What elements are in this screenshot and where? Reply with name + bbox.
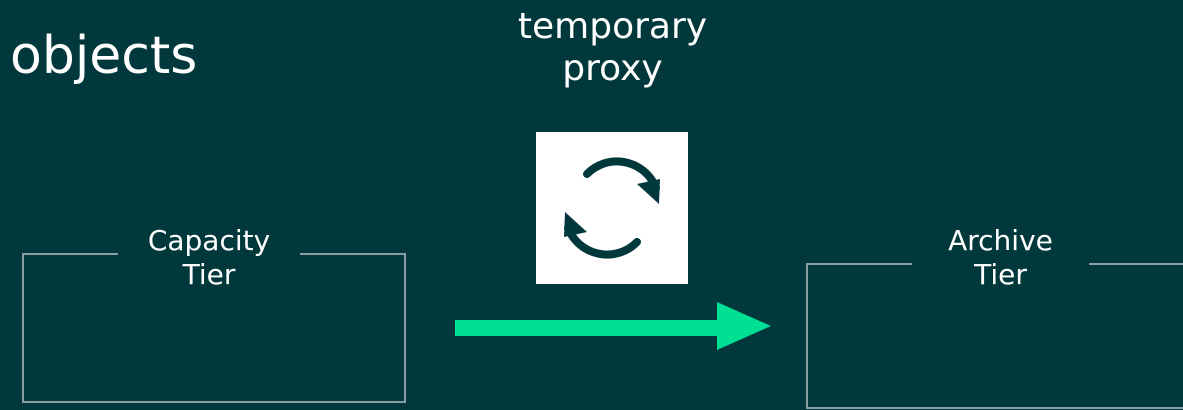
archive-tier-label-line2: Tier bbox=[974, 257, 1027, 291]
archive-tier-label-line1: Archive bbox=[948, 224, 1053, 257]
right-arrow-icon bbox=[455, 296, 771, 354]
sync-icon bbox=[564, 157, 660, 259]
capacity-tier-label-line1: Capacity bbox=[147, 224, 271, 257]
capacity-tier-label-line2: Tier bbox=[182, 257, 236, 291]
temporary-proxy-label: temporary proxy bbox=[490, 6, 735, 90]
temporary-proxy-label-line2: proxy bbox=[562, 48, 663, 90]
temporary-proxy-label-line1: temporary bbox=[517, 6, 708, 47]
archive-tier-label: Archive Tier bbox=[912, 224, 1089, 292]
temporary-proxy-icon-box bbox=[536, 132, 688, 284]
capacity-tier-label: Capacity Tier bbox=[118, 224, 300, 292]
page-heading: objects bbox=[10, 26, 198, 86]
